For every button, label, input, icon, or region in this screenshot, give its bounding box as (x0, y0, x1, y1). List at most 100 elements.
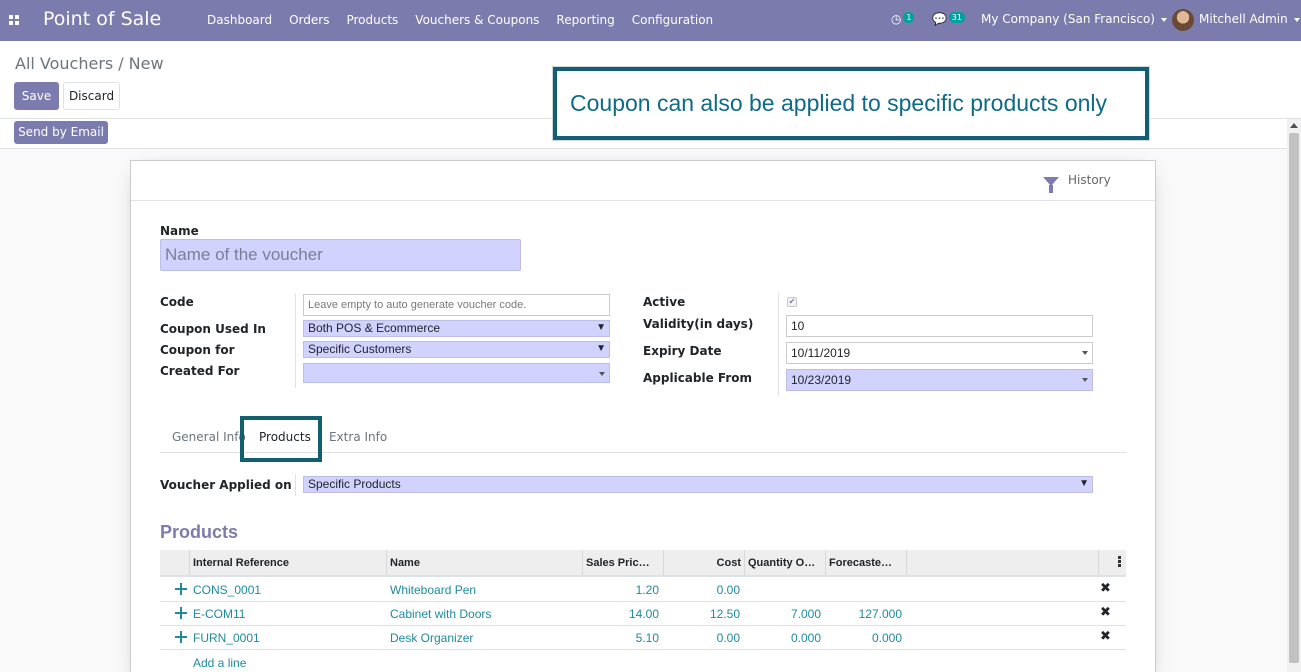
user-name: Mitchell Admin (1199, 12, 1288, 26)
save-button[interactable]: Save (14, 82, 59, 110)
table-row[interactable]: FURN_0001 Desk Organizer 5.10 0.00 0.000… (160, 626, 1126, 650)
coupon-for-label: Coupon for (160, 343, 235, 357)
chevron-down-icon (1082, 378, 1088, 382)
column-name[interactable]: Name (390, 557, 420, 569)
company-switcher[interactable]: My Company (San Francisco) (981, 12, 1167, 26)
tab-extra-info[interactable]: Extra Info (329, 430, 387, 444)
tab-highlight-box (240, 416, 322, 462)
table-row[interactable]: E-COM11 Cabinet with Doors 14.00 12.50 7… (160, 602, 1126, 626)
scroll-up-icon[interactable] (1290, 123, 1298, 128)
dropdown-arrow-icon: ▼ (1079, 478, 1089, 489)
history-button[interactable]: History (1043, 173, 1111, 193)
menu-item-vouchers-coupons[interactable]: Vouchers & Coupons (415, 13, 539, 27)
activity-button[interactable]: ◷ 1 (891, 12, 915, 26)
voucher-applied-on-label: Voucher Applied on (160, 478, 292, 492)
cell-sales-price: 5.10 (635, 631, 659, 645)
expiry-date-value: 10/11/2019 (791, 346, 851, 360)
code-input[interactable]: Leave empty to auto generate voucher cod… (303, 294, 610, 316)
menu-item-configuration[interactable]: Configuration (632, 13, 713, 27)
menu-item-reporting[interactable]: Reporting (556, 13, 614, 27)
drag-handle-icon[interactable] (175, 631, 187, 643)
discard-button[interactable]: Discard (63, 82, 120, 110)
apps-menu-icon[interactable] (9, 15, 20, 25)
messages-badge: 31 (948, 12, 965, 23)
cell-name: Cabinet with Doors (390, 607, 492, 621)
cell-internal-reference: CONS_0001 (193, 583, 262, 597)
created-for-select[interactable] (303, 363, 610, 383)
column-divider (582, 550, 583, 575)
delete-row-icon[interactable]: ✖ (1100, 605, 1111, 620)
column-divider (906, 550, 907, 575)
table-header: Internal Reference Name Sales Pric… Cost… (160, 550, 1126, 577)
active-checkbox[interactable]: ✔ (787, 297, 797, 307)
messages-button[interactable]: 💬 31 (932, 12, 965, 26)
applied-on-divider (295, 474, 296, 496)
chat-icon: 💬 (932, 12, 947, 26)
add-line-link[interactable]: Add a line (193, 656, 246, 670)
breadcrumb-separator: / (118, 54, 124, 73)
cell-forecasted: 127.000 (858, 607, 902, 621)
coupon-used-in-select[interactable]: Both POS & Ecommerce ▼ (303, 320, 610, 337)
delete-row-icon[interactable]: ✖ (1100, 581, 1111, 596)
drag-handle-icon[interactable] (175, 607, 187, 619)
cell-internal-reference: FURN_0001 (193, 631, 260, 645)
voucher-name-input[interactable]: Name of the voucher (160, 239, 521, 271)
dropdown-arrow-icon: ▼ (596, 343, 606, 354)
cell-cost: 0.00 (716, 631, 740, 645)
drag-handle-icon[interactable] (175, 583, 187, 595)
validity-input[interactable]: 10 (786, 315, 1093, 337)
chevron-down-icon (1160, 17, 1167, 22)
activity-badge: 1 (903, 12, 915, 23)
breadcrumb-parent[interactable]: All Vouchers (15, 54, 113, 73)
form-sheet: History Name Name of the voucher Code Co… (130, 160, 1156, 672)
scrollbar-thumb[interactable] (1289, 133, 1299, 663)
cell-name: Whiteboard Pen (390, 583, 477, 597)
active-label: Active (643, 295, 686, 309)
cell-cost: 0.00 (716, 583, 740, 597)
column-quantity-on-hand[interactable]: Quantity O… (748, 557, 815, 569)
validity-label: Validity(in days) (643, 317, 754, 331)
column-internal-reference[interactable]: Internal Reference (193, 557, 289, 569)
history-label: History (1068, 173, 1111, 187)
app-title: Point of Sale (43, 8, 162, 30)
breadcrumb: All Vouchers / New (15, 54, 164, 73)
chevron-down-icon (599, 372, 605, 376)
optional-columns-icon[interactable] (1118, 556, 1121, 568)
vertical-scrollbar[interactable] (1287, 119, 1301, 672)
tab-general-info[interactable]: General Info (172, 430, 246, 444)
left-group-divider (295, 293, 296, 388)
callout-text: Coupon can also be applied to specific p… (570, 90, 1108, 116)
column-cost[interactable]: Cost (667, 557, 741, 569)
menu-item-dashboard[interactable]: Dashboard (207, 13, 272, 27)
coupon-for-select[interactable]: Specific Customers ▼ (303, 341, 610, 358)
code-label: Code (160, 295, 194, 309)
main-menu: Dashboard Orders Products Vouchers & Cou… (207, 13, 730, 27)
cell-quantity: 7.000 (790, 607, 821, 621)
send-by-email-button[interactable]: Send by Email (14, 121, 108, 144)
name-label: Name (160, 224, 199, 238)
applicable-from-input[interactable]: 10/23/2019 (786, 369, 1093, 391)
right-group-divider (778, 293, 779, 396)
column-divider (663, 550, 664, 575)
applicable-from-value: 10/23/2019 (791, 373, 852, 387)
expiry-date-input[interactable]: 10/11/2019 (786, 342, 1093, 364)
breadcrumb-current: New (128, 54, 164, 73)
sheet-header: History (131, 161, 1155, 201)
company-name: My Company (San Francisco) (981, 12, 1155, 26)
clock-icon: ◷ (891, 12, 902, 26)
voucher-applied-on-select[interactable]: Specific Products ▼ (303, 476, 1093, 493)
coupon-for-value: Specific Customers (308, 342, 412, 356)
delete-row-icon[interactable]: ✖ (1100, 629, 1111, 644)
cell-cost: 12.50 (709, 607, 740, 621)
menu-item-orders[interactable]: Orders (289, 13, 329, 27)
products-section-title: Products (160, 522, 239, 542)
user-menu[interactable]: Mitchell Admin (1199, 12, 1300, 26)
coupon-used-in-label: Coupon Used In (160, 322, 266, 336)
table-row[interactable]: CONS_0001 Whiteboard Pen 1.20 0.00 ✖ (160, 578, 1126, 602)
menu-item-products[interactable]: Products (346, 13, 398, 27)
avatar[interactable] (1172, 9, 1194, 31)
column-forecasted[interactable]: Forecaste… (829, 557, 892, 569)
created-for-label: Created For (160, 364, 240, 378)
tutorial-callout: Coupon can also be applied to specific p… (553, 67, 1149, 140)
column-sales-price[interactable]: Sales Pric… (586, 557, 650, 569)
